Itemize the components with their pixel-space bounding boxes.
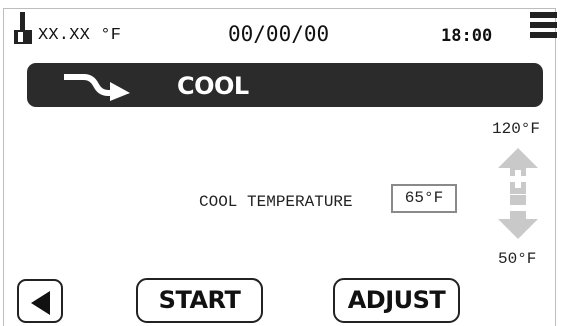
mode-banner: COOL bbox=[27, 63, 543, 107]
cool-temperature-field[interactable]: 65°F bbox=[391, 184, 457, 213]
minus-arrow-down-icon[interactable] bbox=[496, 193, 540, 241]
adjust-button[interactable]: ADJUST bbox=[333, 278, 460, 323]
time-display: 18:00 bbox=[441, 26, 493, 46]
curved-arrow-icon bbox=[64, 74, 130, 101]
start-button[interactable]: START bbox=[136, 278, 263, 323]
probe-temperature: XX.XX °F bbox=[38, 26, 122, 45]
mode-label: COOL bbox=[177, 72, 249, 100]
cool-temperature-label: COOL TEMPERATURE bbox=[199, 193, 353, 211]
probe-thermometer-icon bbox=[12, 12, 34, 46]
plus-arrow-up-icon[interactable] bbox=[496, 146, 540, 196]
date-display: 00/00/00 bbox=[228, 22, 330, 46]
min-temperature-label: 50°F bbox=[498, 250, 537, 268]
max-temperature-label: 120°F bbox=[492, 120, 541, 138]
hamburger-menu-icon[interactable] bbox=[530, 12, 557, 43]
device-screen-frame bbox=[3, 8, 556, 326]
back-button[interactable] bbox=[17, 279, 63, 323]
back-triangle-icon bbox=[31, 291, 50, 315]
